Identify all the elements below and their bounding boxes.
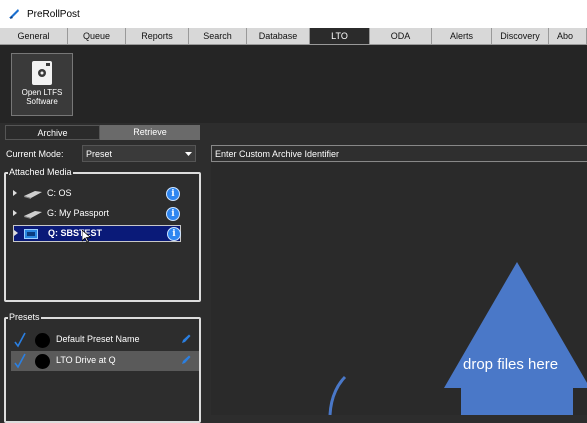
identifier-placeholder: Enter Custom Archive Identifier bbox=[215, 149, 340, 159]
tab-alerts[interactable]: Alerts bbox=[432, 28, 492, 44]
media-item-g[interactable]: G: My Passport i bbox=[13, 206, 181, 223]
current-mode-label: Current Mode: bbox=[6, 149, 64, 159]
tab-about[interactable]: Abo bbox=[549, 28, 587, 44]
pencil-edit-icon[interactable] bbox=[181, 334, 191, 344]
info-icon[interactable]: i bbox=[166, 207, 180, 221]
open-ltfs-software-button[interactable]: Open LTFS Software bbox=[11, 53, 73, 116]
check-icon bbox=[14, 332, 26, 348]
drop-files-label: drop files here bbox=[463, 356, 559, 373]
drop-zone[interactable]: drop files here bbox=[211, 163, 587, 415]
preset-name: LTO Drive at Q bbox=[56, 355, 116, 365]
chevron-down-icon bbox=[185, 152, 192, 156]
preset-status-dot bbox=[35, 333, 50, 348]
preset-item[interactable]: LTO Drive at Q bbox=[11, 351, 199, 371]
attached-media-panel: Attached Media C: OS i G: My Passport i … bbox=[4, 168, 201, 302]
app-logo-icon bbox=[9, 9, 19, 19]
expand-arrow-icon bbox=[13, 210, 17, 216]
current-mode-value: Preset bbox=[86, 149, 113, 159]
expand-arrow-icon bbox=[13, 190, 17, 196]
current-mode-select[interactable]: Preset bbox=[82, 145, 196, 162]
media-name: C: OS bbox=[47, 188, 72, 198]
preset-item[interactable]: Default Preset Name bbox=[11, 330, 199, 350]
presets-title: Presets bbox=[9, 312, 40, 322]
mouse-cursor-icon bbox=[82, 230, 91, 243]
tab-archive[interactable]: Archive bbox=[5, 125, 100, 140]
info-icon[interactable]: i bbox=[167, 227, 181, 241]
presets-panel: Presets Default Preset Name LTO Drive at… bbox=[4, 313, 201, 423]
tab-lto[interactable]: LTO bbox=[310, 28, 370, 44]
tab-general[interactable]: General bbox=[0, 28, 68, 44]
tab-search[interactable]: Search bbox=[189, 28, 247, 44]
preset-name: Default Preset Name bbox=[56, 334, 140, 344]
main-tab-bar: General Queue Reports Search Database LT… bbox=[0, 28, 587, 45]
archive-retrieve-tabs: Archive Retrieve bbox=[5, 125, 200, 140]
tab-oda[interactable]: ODA bbox=[370, 28, 432, 44]
title-bar: PreRollPost bbox=[0, 0, 587, 28]
expand-arrow-icon bbox=[14, 230, 18, 236]
custom-archive-identifier-input[interactable]: Enter Custom Archive Identifier bbox=[211, 145, 587, 162]
tab-retrieve[interactable]: Retrieve bbox=[100, 125, 200, 140]
preset-status-dot bbox=[35, 354, 50, 369]
open-ltfs-label: Open LTFS Software bbox=[21, 88, 63, 106]
pencil-edit-icon[interactable] bbox=[181, 355, 191, 365]
app-title: PreRollPost bbox=[27, 8, 80, 20]
tab-database[interactable]: Database bbox=[247, 28, 310, 44]
usb-drive-icon bbox=[24, 211, 42, 219]
lto-toolbar: Open LTFS Software bbox=[0, 45, 587, 123]
media-name: Q: SBSTEST bbox=[48, 228, 103, 238]
upload-arrow-icon bbox=[328, 262, 587, 415]
media-item-c[interactable]: C: OS i bbox=[13, 186, 181, 203]
check-icon bbox=[14, 353, 26, 369]
media-item-q[interactable]: Q: SBSTEST i bbox=[13, 225, 181, 242]
tab-queue[interactable]: Queue bbox=[68, 28, 126, 44]
attached-media-title: Attached Media bbox=[9, 167, 72, 177]
disk-drive-icon bbox=[32, 61, 52, 85]
usb-drive-icon bbox=[24, 191, 42, 199]
tab-reports[interactable]: Reports bbox=[126, 28, 189, 44]
info-icon[interactable]: i bbox=[166, 187, 180, 201]
tab-discovery[interactable]: Discovery bbox=[492, 28, 549, 44]
media-name: G: My Passport bbox=[47, 208, 110, 218]
tape-drive-icon bbox=[24, 229, 38, 239]
